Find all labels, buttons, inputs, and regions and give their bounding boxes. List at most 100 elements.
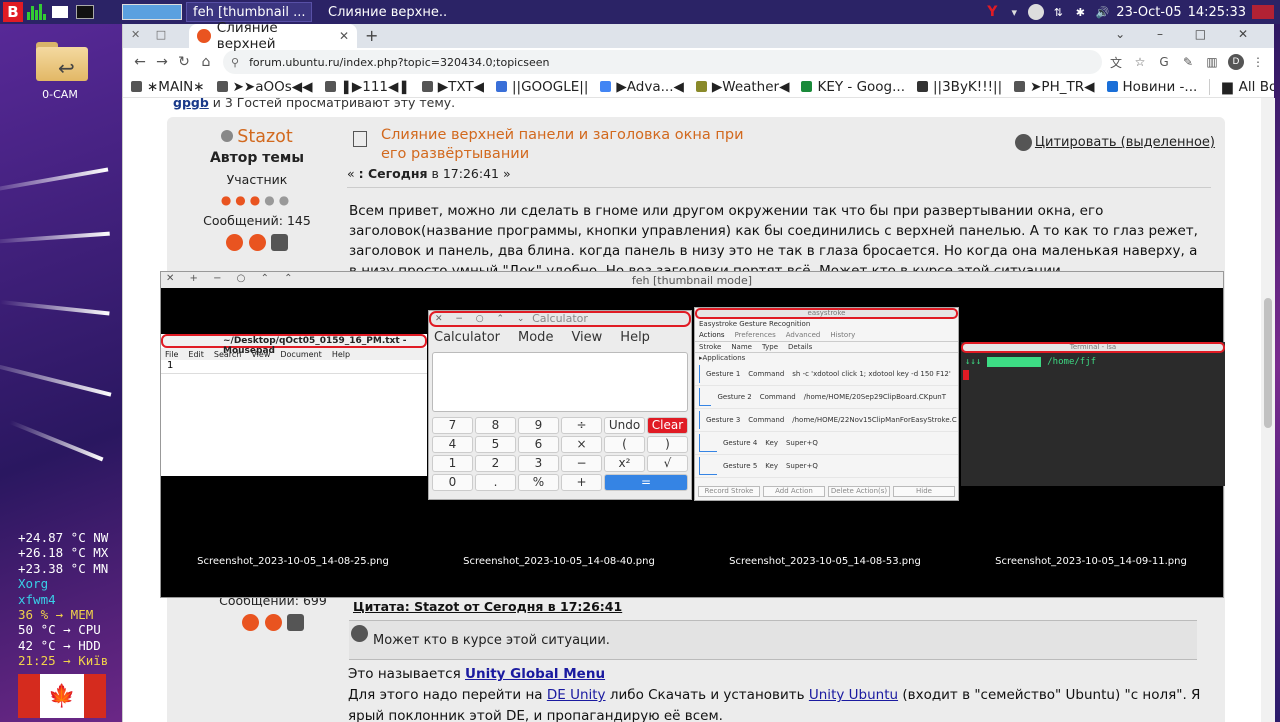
thumbnail-calculator[interactable]: ✕ − ○ ⌃ ⌄ Calculator Calculator Mode View He… <box>428 310 692 500</box>
calculator-key[interactable]: Clear <box>647 417 688 434</box>
bookmark-item[interactable]: ➤PH_TR◀ <box>1014 79 1095 95</box>
quote-header[interactable]: Цитата: Stazot от Сегодня в 17:26:41 <box>353 599 622 614</box>
easystroke-tab[interactable]: Actions <box>699 331 725 339</box>
bluetooth-icon[interactable]: ✱ <box>1072 4 1088 20</box>
mousepad-menu-item[interactable]: Help <box>332 350 350 359</box>
taskbar-item-chrome[interactable]: Слияние верхне... <box>316 2 448 22</box>
post-title[interactable]: Слияние верхней панели и заголовка окна … <box>381 126 761 164</box>
calculator-key[interactable]: . <box>475 474 516 491</box>
chevron-down-icon[interactable]: ▾ <box>1006 4 1022 20</box>
forward-icon[interactable]: → <box>151 54 173 70</box>
calculator-key[interactable]: 1 <box>432 455 473 472</box>
easystroke-row[interactable]: Gesture 2 Command/home/HOME/20Sep29ClipBo… <box>695 386 958 409</box>
back-icon[interactable]: ← <box>129 54 151 70</box>
easystroke-button[interactable]: Add Action <box>763 486 825 497</box>
calculator-menu-item[interactable]: View <box>571 330 602 345</box>
easystroke-row[interactable]: Gesture 5 Key Super+Q <box>695 455 958 478</box>
thumbnail-easystroke[interactable]: easystroke Easystroke Gesture Recognitio… <box>694 307 959 501</box>
taskbar-item-feh[interactable]: feh [thumbnail ... <box>186 2 312 22</box>
thumbnail-caption[interactable]: Screenshot_2023-10-05_14-08-40.png <box>444 556 674 567</box>
clock-date[interactable]: 23-Oct-05 <box>1116 5 1181 20</box>
bookmark-item[interactable]: ▶Adva...◀ <box>600 79 684 95</box>
scrollbar[interactable] <box>1261 98 1275 722</box>
pm-icon[interactable] <box>287 614 305 631</box>
bookmark-item[interactable]: KEY - Goog... <box>801 79 905 95</box>
thumbnail-caption[interactable]: Screenshot_2023-10-05_14-09-11.png <box>976 556 1206 567</box>
scrollbar-thumb[interactable] <box>1264 298 1272 428</box>
calculator-key[interactable]: = <box>604 474 688 491</box>
bookmark-item[interactable]: ▶TXT◀ <box>421 79 484 95</box>
author-name[interactable]: Stazot <box>167 127 347 147</box>
calculator-key[interactable]: 7 <box>432 417 473 434</box>
calculator-key[interactable]: √ <box>647 455 688 472</box>
profile-icon[interactable] <box>241 614 259 631</box>
calculator-key[interactable]: 6 <box>518 436 559 453</box>
calculator-key[interactable]: 5 <box>475 436 516 453</box>
thumbnail-terminal[interactable]: Terminal - lsa ↓↓↓/home/fjf <box>961 342 1225 486</box>
profile-avatar[interactable]: D <box>1228 54 1244 70</box>
mousepad-menu-item[interactable]: Search <box>214 350 241 359</box>
volume-icon[interactable]: 🔊 <box>1094 4 1110 20</box>
calculator-key[interactable]: × <box>561 436 602 453</box>
calculator-key[interactable]: x² <box>604 455 645 472</box>
new-tab-button[interactable]: + <box>365 26 378 45</box>
calculator-key[interactable]: Undo <box>604 417 645 434</box>
pm-icon[interactable] <box>271 234 289 251</box>
us-flag-icon[interactable] <box>1252 5 1274 19</box>
menu-icon[interactable]: ⋮ <box>1248 55 1268 69</box>
all-bookmarks[interactable]: ▆All Bookmarks <box>1209 78 1274 95</box>
calculator-key[interactable]: − <box>561 455 602 472</box>
easystroke-button[interactable]: Record Stroke <box>698 486 760 497</box>
calculator-key[interactable]: + <box>561 474 602 491</box>
calculator-menu-item[interactable]: Mode <box>518 330 553 345</box>
window-buttons[interactable]: ⌄ – □ ✕ <box>1115 27 1262 41</box>
viewer-user-link[interactable]: gpgb <box>173 98 209 110</box>
tab-active[interactable]: Слияние верхней ✕ <box>189 20 357 52</box>
bookmark-item[interactable]: ||GOOGLE|| <box>495 79 588 95</box>
window-icon[interactable] <box>52 6 68 18</box>
de-unity-link[interactable]: DE Unity <box>547 687 606 703</box>
site-info-icon[interactable]: ⚲ <box>231 56 239 69</box>
star-icon[interactable]: ☆ <box>1130 55 1150 69</box>
network-icon[interactable]: ⇅ <box>1050 4 1066 20</box>
bookmark-item[interactable]: ▶Weather◀ <box>695 79 789 95</box>
clock-time[interactable]: 14:25:33 <box>1188 5 1246 20</box>
unity-ubuntu-link[interactable]: Unity Ubuntu <box>809 687 898 703</box>
calculator-key[interactable]: 9 <box>518 417 559 434</box>
unity-global-menu-link[interactable]: Unity Global Menu <box>465 666 605 682</box>
calculator-key[interactable]: ( <box>604 436 645 453</box>
bookmark-item[interactable]: ||3ByK!!!|| <box>917 79 1002 95</box>
close-icon[interactable]: ✕ <box>339 29 349 43</box>
easystroke-tab[interactable]: History <box>830 331 855 339</box>
terminal-icon[interactable] <box>76 5 94 19</box>
calculator-key[interactable]: 4 <box>432 436 473 453</box>
easystroke-tab[interactable]: Preferences <box>735 331 776 339</box>
app-menu-logo[interactable]: B <box>3 2 23 22</box>
mousepad-menu-item[interactable]: View <box>251 350 270 359</box>
calculator-menu-item[interactable]: Calculator <box>434 330 500 345</box>
workspace-preview[interactable] <box>122 4 182 20</box>
feh-titlebar[interactable]: ✕ + − ○ ⌃ ⌃ feh [thumbnail mode] <box>161 272 1223 288</box>
thumbnail-caption[interactable]: Screenshot_2023-10-05_14-08-53.png <box>710 556 940 567</box>
translate-icon[interactable]: 文 <box>1106 54 1126 71</box>
bookmark-item[interactable]: ∗MAIN∗ <box>131 79 205 95</box>
mousepad-menu-item[interactable]: Edit <box>188 350 204 359</box>
bookmark-item[interactable]: ❚▶111◀❚ <box>324 79 410 95</box>
easystroke-tab[interactable]: Advanced <box>786 331 821 339</box>
mousepad-menu-item[interactable]: Document <box>280 350 321 359</box>
email-icon[interactable] <box>264 614 282 631</box>
quote-selected-link[interactable]: Цитировать (выделенное) <box>1014 134 1215 151</box>
easystroke-row[interactable]: Gesture 4 Key Super+Q <box>695 432 958 455</box>
address-bar[interactable]: ⚲ forum.ubuntu.ru/index.php?topic=320434… <box>223 50 1102 74</box>
yandex-icon[interactable]: Y <box>984 4 1000 20</box>
calculator-key[interactable]: 0 <box>432 474 473 491</box>
reload-icon[interactable]: ↻ <box>173 54 195 70</box>
easystroke-button[interactable]: Hide <box>893 486 955 497</box>
calculator-key[interactable]: ) <box>647 436 688 453</box>
bookmark-item[interactable]: ➤➤aOOs◀◀ <box>216 79 313 95</box>
thumbnail-caption[interactable]: Screenshot_2023-10-05_14-08-25.png <box>178 556 408 567</box>
thumbnail-mousepad[interactable]: ~/Desktop/qOct05_0159_16_PM.txt - Mousep… <box>161 334 427 476</box>
bookmark-item[interactable]: Новини -... <box>1106 79 1197 95</box>
calculator-key[interactable]: ÷ <box>561 417 602 434</box>
home-icon[interactable]: ⌂ <box>195 54 217 70</box>
